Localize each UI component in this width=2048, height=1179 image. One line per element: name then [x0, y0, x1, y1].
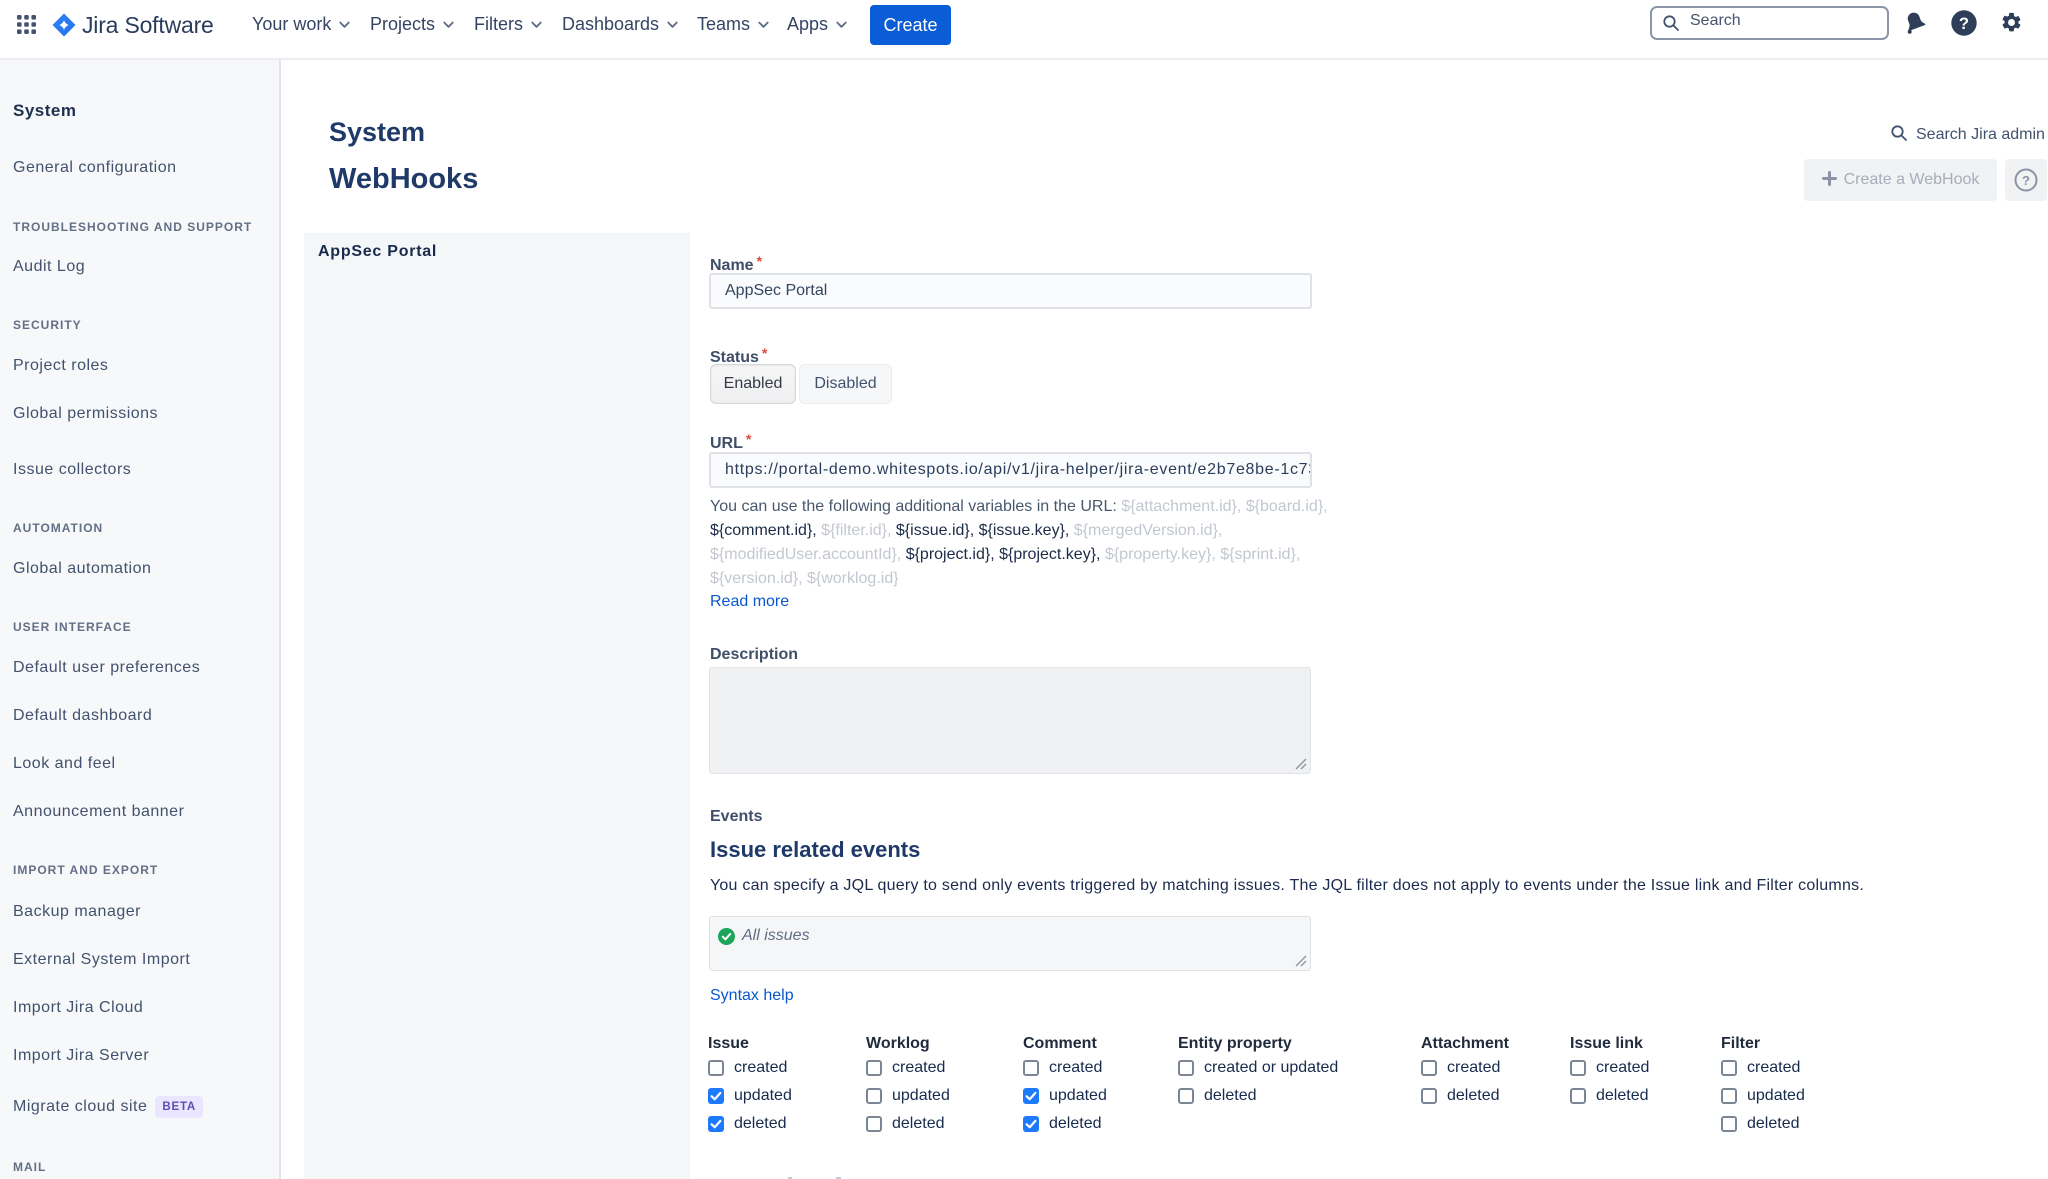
svg-text:?: ? — [1959, 14, 1969, 33]
svg-text:?: ? — [2022, 173, 2030, 188]
